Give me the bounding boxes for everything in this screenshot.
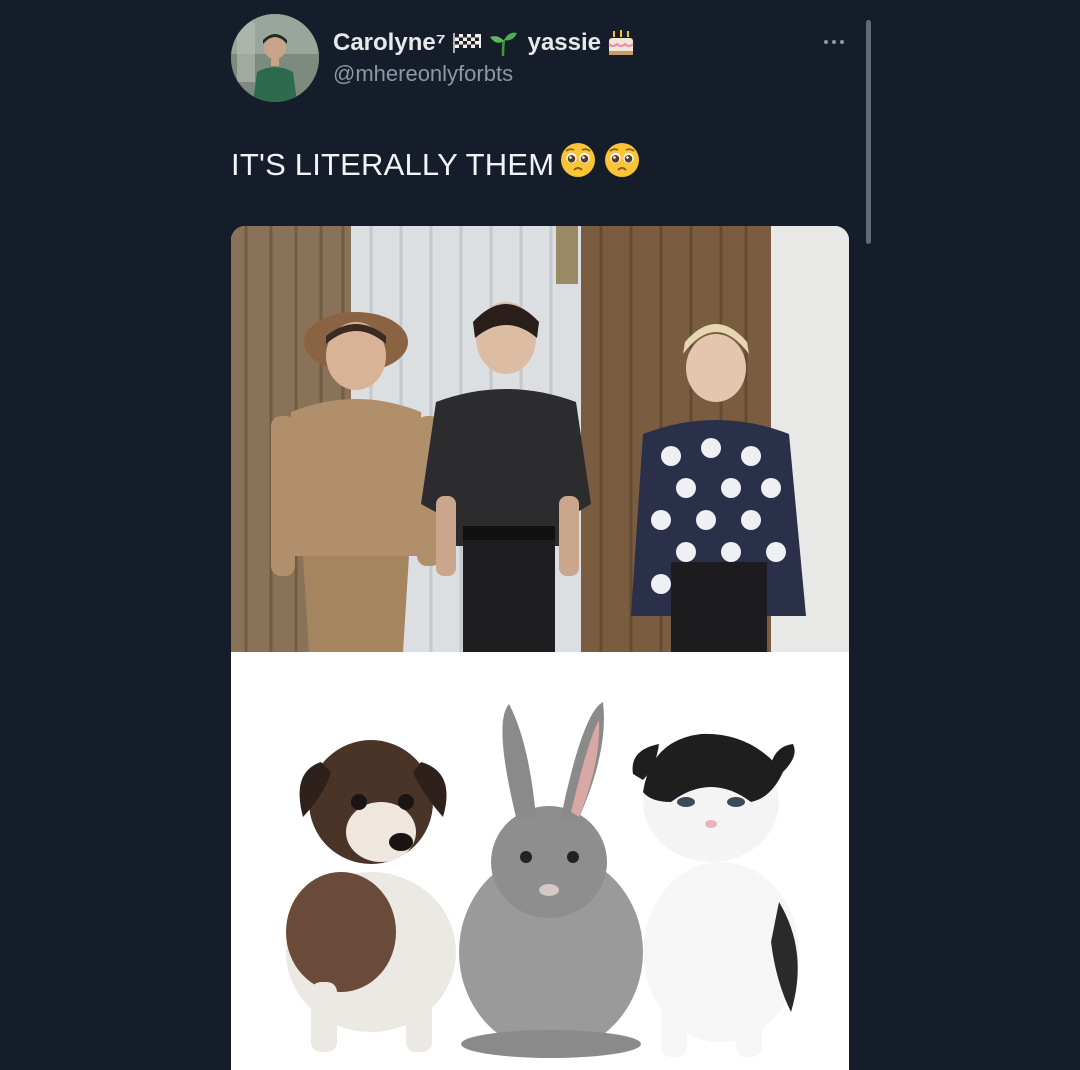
display-name-part1: Carolyne⁷: [333, 29, 446, 56]
photo-three-people-standing[interactable]: [231, 226, 849, 652]
tweet[interactable]: Carolyne⁷ yassie @mhereonlyforbts IT'S L…: [0, 0, 1080, 1070]
tweet-media[interactable]: [231, 226, 849, 1070]
user-handle[interactable]: @mhereonlyforbts: [333, 60, 635, 88]
avatar-photo: [231, 14, 319, 102]
photo-puppy-bunny-kitten[interactable]: [231, 652, 849, 1070]
pleading-face-icon: [560, 142, 596, 188]
display-name-part2: yassie: [527, 29, 602, 56]
avatar[interactable]: [231, 14, 319, 102]
author-block[interactable]: Carolyne⁷ yassie @mhereonlyforbts: [333, 28, 635, 88]
scrollbar[interactable]: [866, 20, 871, 244]
checkered-flag-icon: [452, 32, 482, 54]
more-options-icon[interactable]: [818, 30, 850, 54]
pleading-face-icon: [604, 142, 640, 188]
display-name[interactable]: Carolyne⁷ yassie: [333, 28, 635, 58]
birthday-cake-icon: [607, 29, 635, 57]
tweet-text-content: IT'S LITERALLY THEM: [231, 147, 555, 182]
seedling-icon: [488, 30, 518, 56]
tweet-text: IT'S LITERALLY THEM: [231, 142, 640, 188]
